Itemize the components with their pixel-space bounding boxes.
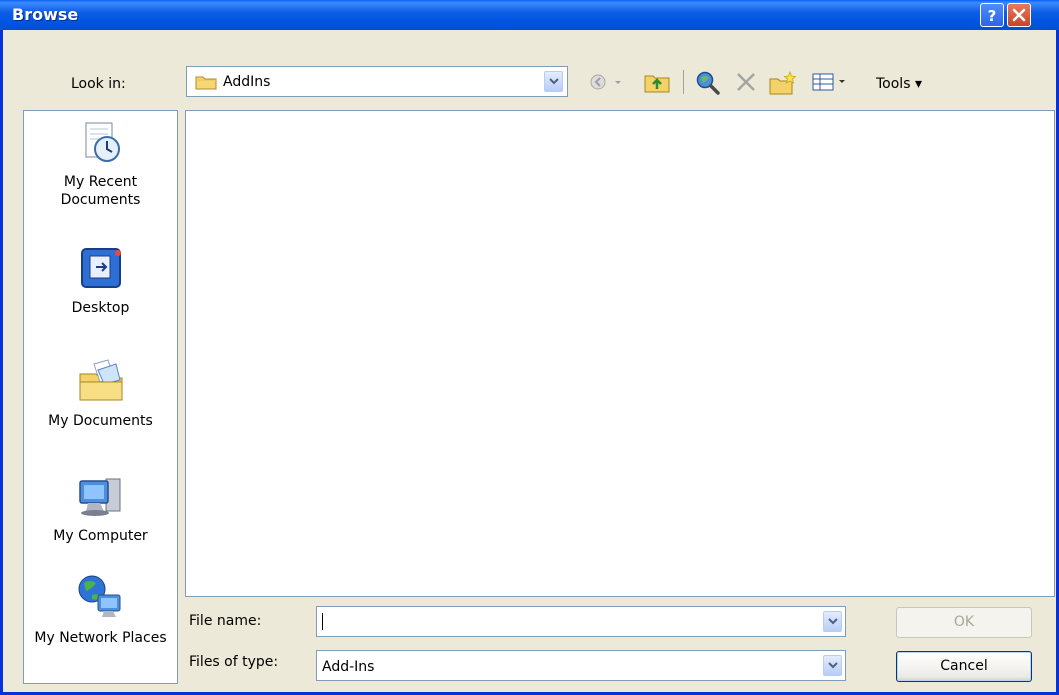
ok-button[interactable]: OK bbox=[896, 607, 1032, 638]
recent-documents-icon bbox=[85, 122, 120, 162]
help-icon: ? bbox=[988, 7, 997, 23]
svg-text:?: ? bbox=[988, 7, 997, 23]
views-icon[interactable] bbox=[811, 70, 855, 94]
place-my-recent-documents[interactable]: My Recent Documents bbox=[24, 117, 177, 209]
title-bar[interactable]: Browse ? bbox=[0, 0, 1059, 30]
file-name-dropdown-button[interactable] bbox=[823, 611, 842, 632]
browse-dialog: Browse ? Look in: AddIns Tools ▾ My Rece… bbox=[0, 0, 1059, 695]
close-button[interactable] bbox=[1007, 3, 1031, 27]
place-label: My Documents bbox=[48, 413, 153, 429]
file-list[interactable] bbox=[185, 110, 1055, 597]
look-in-value: AddIns bbox=[223, 74, 271, 90]
up-folder-icon[interactable] bbox=[643, 70, 673, 94]
delete-icon[interactable] bbox=[734, 70, 758, 94]
place-label: My Recent Documents bbox=[60, 174, 141, 208]
close-icon bbox=[1012, 8, 1026, 22]
place-my-computer[interactable]: My Computer bbox=[24, 471, 177, 545]
look-in-dropdown-button[interactable] bbox=[544, 71, 563, 92]
window-title: Browse bbox=[12, 5, 79, 24]
search-web-icon[interactable] bbox=[695, 70, 721, 96]
look-in-label: Look in: bbox=[71, 76, 126, 92]
help-button[interactable]: ? bbox=[980, 3, 1004, 27]
place-label: Desktop bbox=[71, 300, 130, 316]
tools-menu[interactable]: Tools ▾ bbox=[876, 76, 922, 92]
place-label: My Network Places bbox=[34, 630, 167, 646]
chevron-down-icon bbox=[828, 618, 838, 625]
places-bar: My Recent Documents Desktop My Documents bbox=[23, 110, 178, 684]
text-caret bbox=[322, 613, 323, 630]
files-of-type-value: Add-Ins bbox=[322, 659, 375, 675]
look-in-combo[interactable]: AddIns bbox=[186, 66, 568, 97]
place-my-network-places[interactable]: My Network Places bbox=[24, 573, 177, 647]
place-label: My Computer bbox=[53, 528, 148, 544]
place-my-documents[interactable]: My Documents bbox=[24, 356, 177, 430]
desktop-icon bbox=[80, 248, 121, 288]
network-places-icon bbox=[78, 575, 120, 617]
new-folder-icon[interactable] bbox=[768, 70, 798, 96]
files-of-type-select[interactable]: Add-Ins bbox=[316, 650, 846, 681]
file-name-label: File name: bbox=[189, 613, 262, 629]
my-documents-icon bbox=[79, 359, 122, 401]
folder-icon bbox=[195, 76, 217, 90]
cancel-button[interactable]: Cancel bbox=[896, 651, 1032, 682]
toolbar-separator bbox=[683, 70, 684, 94]
my-computer-icon bbox=[78, 478, 120, 516]
chevron-down-icon bbox=[828, 662, 838, 669]
files-of-type-dropdown-button[interactable] bbox=[823, 655, 842, 676]
back-icon[interactable] bbox=[588, 70, 624, 94]
files-of-type-label: Files of type: bbox=[189, 654, 279, 670]
chevron-down-icon bbox=[549, 78, 559, 85]
file-name-field[interactable] bbox=[316, 606, 846, 637]
place-desktop[interactable]: Desktop bbox=[24, 243, 177, 317]
